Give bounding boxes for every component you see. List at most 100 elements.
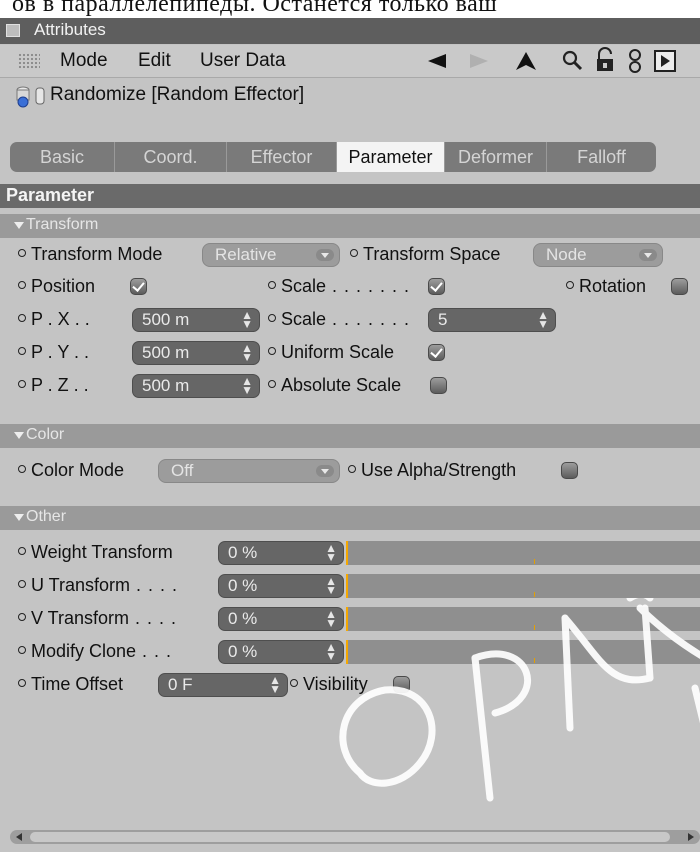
- window-icon[interactable]: [6, 24, 20, 37]
- visibility-checkbox[interactable]: [393, 676, 410, 693]
- animation-dot-icon[interactable]: [18, 580, 26, 589]
- py-field[interactable]: 500 m ▲ ▼: [132, 341, 260, 365]
- animation-dot-icon[interactable]: [18, 547, 26, 556]
- tab-deformer[interactable]: Deformer: [444, 142, 546, 172]
- rotation-checkbox[interactable]: [671, 278, 688, 295]
- chevron-down-icon: [639, 249, 657, 261]
- absolute-scale-label: Absolute Scale: [268, 375, 401, 396]
- document-text-strip: ов в параллелепипеды. Останется только в…: [0, 0, 700, 18]
- document-text: ов в параллелепипеды. Останется только в…: [12, 0, 498, 17]
- animation-dot-icon[interactable]: [268, 380, 276, 389]
- animation-dot-icon[interactable]: [18, 249, 26, 258]
- menu-bar: Mode Edit User Data: [0, 45, 700, 78]
- u-transform-slider[interactable]: [346, 574, 700, 598]
- px-field[interactable]: 500 m ▲ ▼: [132, 308, 260, 332]
- uniform-scale-checkbox[interactable]: [428, 344, 445, 361]
- object-header: Randomize [Random Effector]: [0, 78, 700, 112]
- tab-parameter[interactable]: Parameter: [336, 142, 444, 172]
- animation-dot-icon[interactable]: [18, 347, 26, 356]
- animation-dot-icon[interactable]: [268, 347, 276, 356]
- stepper-arrows-icon[interactable]: ▲ ▼: [325, 641, 337, 662]
- animation-dot-icon[interactable]: [350, 249, 358, 258]
- horizontal-scrollbar[interactable]: [10, 830, 700, 844]
- tab-coord[interactable]: Coord.: [114, 142, 226, 172]
- color-group-header[interactable]: Color: [0, 424, 700, 448]
- transform-group-header[interactable]: Transform: [0, 214, 700, 238]
- watermark: [339, 598, 700, 802]
- stepper-arrows-icon[interactable]: ▲ ▼: [325, 608, 337, 629]
- scale-checkbox[interactable]: [428, 278, 445, 295]
- position-checkbox[interactable]: [130, 278, 147, 295]
- new-panel-icon[interactable]: [654, 50, 676, 72]
- animation-dot-icon[interactable]: [566, 281, 574, 290]
- rotation-label: Rotation: [566, 276, 646, 297]
- back-arrow-icon[interactable]: [424, 53, 450, 69]
- modify-clone-slider[interactable]: [346, 640, 700, 664]
- pz-field[interactable]: 500 m ▲ ▼: [132, 374, 260, 398]
- time-offset-label: Time Offset: [18, 674, 123, 695]
- use-alpha-checkbox[interactable]: [561, 462, 578, 479]
- transform-mode-dropdown[interactable]: Relative: [202, 243, 340, 267]
- animation-dot-icon[interactable]: [18, 314, 26, 323]
- modify-clone-field[interactable]: 0 % ▲ ▼: [218, 640, 344, 664]
- px-label: P . X . .: [18, 309, 90, 330]
- forward-arrow-icon[interactable]: [466, 53, 492, 69]
- menu-mode[interactable]: Mode: [60, 50, 108, 72]
- animation-dot-icon[interactable]: [18, 465, 26, 474]
- animation-dot-icon[interactable]: [268, 281, 276, 290]
- chevron-down-icon: [316, 465, 334, 477]
- chevron-down-icon: [316, 249, 334, 261]
- animation-dot-icon[interactable]: [18, 380, 26, 389]
- search-icon[interactable]: [560, 49, 584, 73]
- collapse-triangle-icon: [14, 514, 24, 521]
- transform-space-dropdown[interactable]: Node: [533, 243, 663, 267]
- scale-field[interactable]: 5 ▲ ▼: [428, 308, 556, 332]
- time-offset-field[interactable]: 0 F ▲ ▼: [158, 673, 288, 697]
- window-title: Attributes: [34, 20, 106, 39]
- transform-group-title: Transform: [26, 216, 99, 233]
- v-transform-field[interactable]: 0 % ▲ ▼: [218, 607, 344, 631]
- check-icon: [132, 279, 145, 292]
- animation-dot-icon[interactable]: [18, 646, 26, 655]
- modify-clone-label: Modify Clone . . .: [18, 641, 172, 662]
- up-arrow-icon[interactable]: [514, 50, 538, 72]
- grip-icon[interactable]: [18, 53, 40, 69]
- position-label: Position: [18, 276, 95, 297]
- visibility-label: Visibility: [290, 674, 368, 695]
- stepper-arrows-icon[interactable]: ▲ ▼: [537, 309, 549, 330]
- menu-user-data[interactable]: User Data: [200, 50, 286, 72]
- stepper-arrows-icon[interactable]: ▲ ▼: [325, 542, 337, 563]
- stepper-arrows-icon[interactable]: ▲ ▼: [241, 309, 253, 330]
- absolute-scale-checkbox[interactable]: [430, 377, 447, 394]
- lock-icon[interactable]: [594, 47, 616, 73]
- weight-transform-field[interactable]: 0 % ▲ ▼: [218, 541, 344, 565]
- animation-dot-icon[interactable]: [290, 679, 298, 688]
- scroll-right-icon[interactable]: [688, 833, 694, 841]
- menu-edit[interactable]: Edit: [138, 50, 171, 72]
- animation-dot-icon[interactable]: [18, 679, 26, 688]
- animation-dot-icon[interactable]: [18, 281, 26, 290]
- weight-transform-label: Weight Transform: [18, 542, 173, 563]
- color-mode-dropdown[interactable]: Off: [158, 459, 340, 483]
- slider-tick: [534, 559, 535, 564]
- animation-dot-icon[interactable]: [268, 314, 276, 323]
- weight-transform-slider[interactable]: [346, 541, 700, 565]
- stepper-arrows-icon[interactable]: ▲ ▼: [241, 375, 253, 396]
- v-transform-slider[interactable]: [346, 607, 700, 631]
- u-transform-field[interactable]: 0 % ▲ ▼: [218, 574, 344, 598]
- uniform-scale-label: Uniform Scale: [268, 342, 394, 363]
- animation-dot-icon[interactable]: [348, 465, 356, 474]
- scroll-thumb[interactable]: [30, 832, 670, 842]
- scroll-left-icon[interactable]: [16, 833, 22, 841]
- animation-dot-icon[interactable]: [18, 613, 26, 622]
- stepper-arrows-icon[interactable]: ▲ ▼: [269, 674, 281, 695]
- tab-effector[interactable]: Effector: [226, 142, 336, 172]
- stepper-arrows-icon[interactable]: ▲ ▼: [325, 575, 337, 596]
- tab-basic[interactable]: Basic: [10, 142, 114, 172]
- stepper-arrows-icon[interactable]: ▲ ▼: [241, 342, 253, 363]
- tab-falloff[interactable]: Falloff: [546, 142, 656, 172]
- scale-value-label: Scale . . . . . . .: [268, 309, 410, 330]
- other-group-header[interactable]: Other: [0, 506, 700, 530]
- random-effector-icon: [16, 86, 45, 108]
- link-icon[interactable]: [626, 47, 644, 75]
